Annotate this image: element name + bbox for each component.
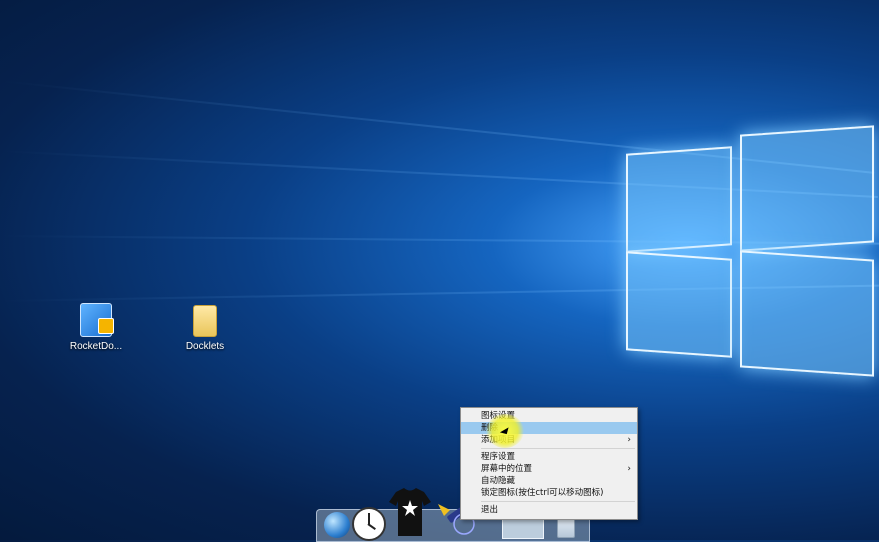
rocketdock-icon — [80, 303, 114, 337]
folder-icon — [193, 305, 217, 337]
tshirt-icon[interactable] — [388, 486, 432, 538]
desktop-icon-label: Docklets — [185, 341, 225, 352]
chevron-right-icon: › — [627, 464, 631, 474]
globe-icon[interactable] — [324, 512, 350, 538]
menu-separator — [481, 448, 635, 449]
menu-separator — [481, 501, 635, 502]
desktop-icon-label: RocketDo... — [69, 341, 123, 352]
menu-item-lock-icons[interactable]: 锁定图标(按住ctrl可以移动图标) — [461, 487, 637, 499]
desktop-icon-rocketdock[interactable]: RocketDo... — [56, 303, 136, 352]
desktop-icon-docklets[interactable]: Docklets — [165, 305, 245, 352]
menu-item-auto-hide[interactable]: 自动隐藏 — [461, 475, 637, 487]
menu-item-icon-settings[interactable]: 图标设置 — [461, 410, 637, 422]
menu-item-screen-position[interactable]: 屏幕中的位置 › — [461, 463, 637, 475]
desktop-background — [0, 0, 879, 540]
windows-logo-pane — [740, 250, 874, 377]
menu-item-program-settings[interactable]: 程序设置 — [461, 451, 637, 463]
windows-logo-pane — [740, 125, 874, 252]
windows-logo-pane — [626, 146, 732, 253]
menu-item-exit[interactable]: 退出 — [461, 504, 637, 516]
windows-logo-pane — [626, 251, 732, 358]
clock-icon[interactable] — [352, 507, 386, 541]
blank-tile-icon[interactable] — [502, 517, 544, 539]
chevron-right-icon: › — [627, 435, 631, 445]
